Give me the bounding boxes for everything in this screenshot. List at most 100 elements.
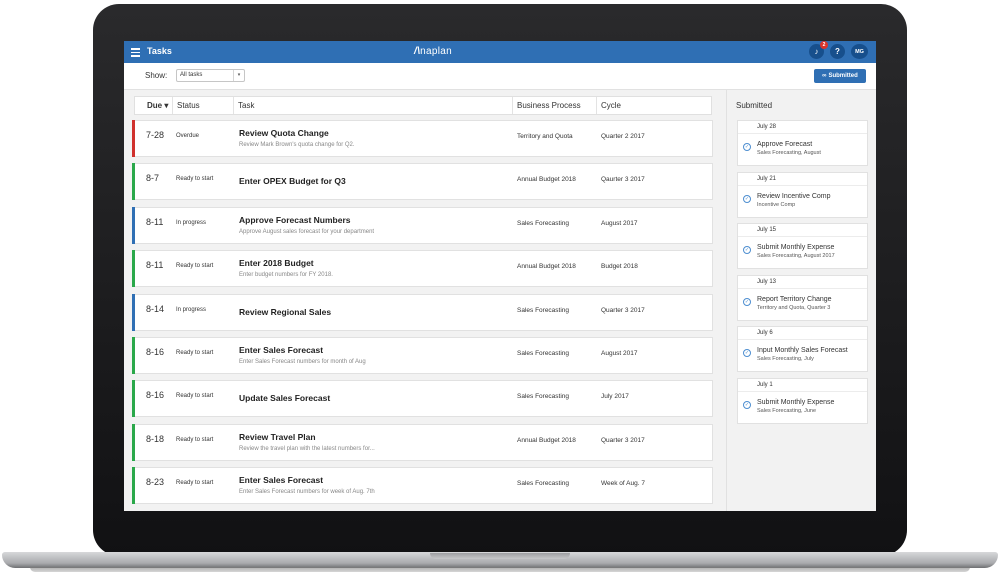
status-color-bar — [132, 423, 135, 461]
submitted-item[interactable]: July 13 ✓ Report Territory Change Territory… — [737, 274, 868, 321]
submitted-item-title: Input Monthly Sales Forecast — [757, 347, 848, 355]
business-process: Sales Forecasting — [517, 219, 570, 227]
notifications-button[interactable]: ♪ 2 — [809, 41, 828, 59]
cycle: Qaurter 3 2017 — [601, 176, 645, 184]
show-label: Show: — [145, 71, 168, 80]
column-status[interactable]: Status — [172, 97, 233, 114]
column-task[interactable]: Task — [233, 97, 513, 114]
task-filter-select[interactable]: All tasks ▾ — [176, 69, 245, 82]
task-status: In progress — [176, 219, 207, 226]
check-icon: ✓ — [743, 349, 751, 358]
task-row[interactable]: 8-16 Ready to start Enter Sales Forecast En… — [132, 336, 713, 374]
cycle: August 2017 — [601, 349, 638, 357]
task-status: Ready to start — [176, 349, 214, 356]
submitted-item-title: Approve Forecast — [757, 141, 813, 148]
task-title: Review Regional Sales — [239, 306, 332, 317]
submitted-date: July 28 — [738, 121, 867, 134]
user-avatar[interactable]: MG — [851, 44, 868, 59]
due-date: 8-16 — [146, 346, 165, 357]
cycle: Quarter 2 2017 — [601, 133, 645, 140]
column-cycle[interactable]: Cycle — [596, 97, 713, 114]
task-status: Ready to start — [176, 176, 214, 183]
submitted-item-subtitle: Sales Forecasting, August — [757, 150, 821, 156]
task-title: Enter OPEX Budget for Q3 — [239, 176, 346, 187]
business-process: Sales Forecasting — [517, 349, 570, 357]
cycle: Week of Aug. 7 — [601, 480, 645, 488]
check-icon: ✓ — [743, 400, 751, 409]
brand-logo: /\naplan — [414, 46, 474, 57]
check-icon: ✓ — [743, 297, 751, 306]
due-date: 8-16 — [146, 390, 165, 401]
task-description: Review Mark Brown's quota change for Q2. — [239, 142, 355, 148]
due-date: 8-7 — [146, 173, 160, 184]
submitted-button-label: Submitted — [828, 73, 858, 79]
submitted-date: July 1 — [738, 379, 867, 392]
task-status: Ready to start — [176, 436, 214, 443]
hamburger-menu-icon[interactable] — [131, 48, 140, 57]
business-process: Annual Budget 2018 — [517, 436, 576, 444]
check-icon: ✓ — [743, 143, 751, 151]
task-row[interactable]: 8-16 Ready to start Update Sales Forecast S… — [132, 380, 713, 418]
task-description: Enter Sales Forecast numbers for month o… — [239, 358, 366, 365]
status-color-bar — [132, 467, 135, 505]
submitted-item[interactable]: July 21 ✓ Review Incentive Comp Incentive C… — [737, 171, 868, 218]
task-description: Enter Sales Forecast numbers for week of… — [239, 489, 375, 496]
task-row[interactable]: 8-11 In progress Approve Forecast Numbers A… — [132, 206, 713, 244]
task-description: Review the travel plan with the latest n… — [239, 445, 375, 452]
task-row[interactable]: 8-7 Ready to start Enter OPEX Budget for Q… — [132, 163, 713, 201]
submitted-item-title: Submit Monthly Expense — [757, 398, 835, 406]
cycle: Budget 2018 — [601, 263, 638, 271]
laptop-notch — [430, 553, 570, 559]
task-row[interactable]: 7-28 Overdue Review Quota Change Review Mar… — [132, 120, 713, 157]
submitted-item[interactable]: July 6 ✓ Input Monthly Sales Forecast Sales… — [737, 326, 868, 373]
task-list-area: Due ▾ Status Task Business Process Cycle… — [124, 90, 726, 511]
column-business-process[interactable]: Business Process — [512, 97, 596, 114]
task-title: Review Travel Plan — [239, 431, 316, 442]
task-row[interactable]: 8-11 Ready to start Enter 2018 Budget Enter… — [132, 250, 713, 288]
submitted-item[interactable]: July 1 ✓ Submit Monthly Expense Sales Forec… — [737, 377, 868, 424]
cycle: July 2017 — [601, 393, 629, 401]
submitted-item-title: Submit Monthly Expense — [757, 244, 835, 252]
laptop-shadow — [30, 567, 970, 572]
check-icon: ✓ — [743, 194, 751, 203]
business-process: Sales Forecasting — [517, 480, 570, 488]
cycle: Quarter 3 2017 — [601, 306, 645, 314]
task-status: Overdue — [176, 133, 200, 139]
task-filter-value: All tasks — [180, 72, 203, 78]
submitted-item-subtitle: Sales Forecasting, June — [757, 407, 817, 414]
status-color-bar — [132, 293, 135, 331]
toolbar: Show: All tasks ▾ ∞ Submitted — [124, 63, 876, 90]
task-status: Ready to start — [176, 480, 214, 487]
task-row[interactable]: 8-18 Ready to start Review Travel Plan Revi… — [132, 423, 713, 461]
bell-icon: ♪ — [814, 47, 819, 56]
business-process: Annual Budget 2018 — [517, 176, 576, 184]
business-process: Annual Budget 2018 — [517, 263, 576, 271]
due-date: 8-23 — [146, 477, 165, 488]
submitted-item[interactable]: July 15 ✓ Submit Monthly Expense Sales Fore… — [737, 223, 868, 270]
app-screen: Tasks /\naplan ♪ 2 ? MG Show: All tasks … — [124, 41, 876, 511]
submitted-button[interactable]: ∞ Submitted — [814, 69, 866, 83]
submitted-item[interactable]: July 28 ✓ Approve Forecast Sales Forecastin… — [737, 120, 868, 166]
task-row[interactable]: 8-14 In progress Review Regional Sales Sale… — [132, 293, 713, 331]
task-title: Update Sales Forecast — [239, 393, 331, 404]
top-bar: Tasks /\naplan ♪ 2 ? MG — [124, 41, 876, 63]
chevron-down-icon: ▾ — [233, 70, 244, 81]
due-date: 8-18 — [146, 433, 165, 444]
submitted-date: July 15 — [738, 224, 867, 238]
page-title: Tasks — [147, 46, 172, 56]
task-status: Ready to start — [176, 393, 214, 400]
task-status: In progress — [176, 306, 207, 313]
task-rows: 7-28 Overdue Review Quota Change Review Mar… — [132, 120, 713, 511]
status-color-bar — [132, 250, 135, 288]
brand-text: naplan — [420, 46, 453, 57]
submitted-item-subtitle: Sales Forecasting, July — [757, 356, 814, 363]
task-row[interactable]: 8-23 Ready to start Enter Sales Forecast En… — [132, 467, 713, 505]
submitted-date: July 21 — [738, 173, 867, 186]
glasses-icon: ∞ — [822, 73, 827, 79]
help-button[interactable]: ? — [830, 44, 845, 59]
submitted-date: July 13 — [738, 276, 867, 289]
task-title: Enter Sales Forecast — [239, 475, 324, 486]
check-icon: ✓ — [743, 246, 751, 255]
task-title: Enter Sales Forecast — [239, 344, 324, 355]
due-date: 8-11 — [146, 260, 164, 271]
